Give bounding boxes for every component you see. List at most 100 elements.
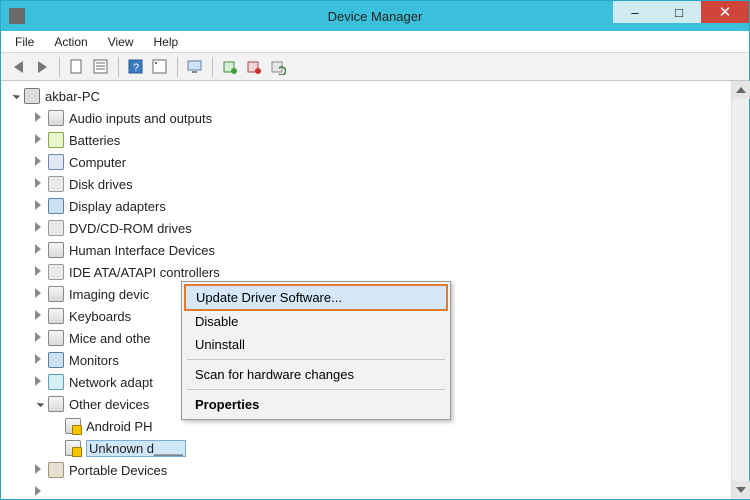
category-icon	[48, 264, 64, 280]
context-menu-item[interactable]: Update Driver Software...	[184, 284, 448, 311]
properties-icon	[152, 59, 168, 75]
category-icon	[48, 374, 64, 390]
back-button[interactable]	[7, 56, 29, 78]
tree-category-label: Portable Devices	[69, 463, 167, 478]
expander-icon[interactable]	[33, 222, 45, 234]
tree-category-label: Mice and othe	[69, 331, 151, 346]
category-icon	[48, 462, 64, 478]
show-hidden-button[interactable]	[66, 56, 88, 78]
category-icon	[48, 110, 64, 126]
expander-icon[interactable]	[33, 244, 45, 256]
context-menu: Update Driver Software...DisableUninstal…	[181, 281, 451, 420]
tree-category[interactable]: Portable Devices	[3, 459, 731, 481]
expander-icon[interactable]	[33, 332, 45, 344]
enable-button[interactable]	[219, 56, 241, 78]
menu-action[interactable]: Action	[44, 35, 97, 49]
category-icon	[48, 330, 64, 346]
expander-icon[interactable]	[33, 398, 45, 410]
tree-root[interactable]: akbar-PC	[3, 85, 731, 107]
tree-category[interactable]: Audio inputs and outputs	[3, 107, 731, 129]
tree-category-label: DVD/CD-ROM drives	[69, 221, 192, 236]
tree-category-label: Monitors	[69, 353, 119, 368]
expander-icon[interactable]	[33, 134, 45, 146]
expander-icon[interactable]	[33, 354, 45, 366]
category-icon	[48, 176, 64, 192]
device-green-icon	[222, 59, 238, 75]
properties-button[interactable]	[149, 56, 171, 78]
scroll-up-button[interactable]	[732, 81, 750, 99]
minimize-button[interactable]: –	[613, 1, 657, 23]
page-icon	[69, 59, 85, 75]
tree-category[interactable]: DVD/CD-ROM drives	[3, 217, 731, 239]
expander-icon[interactable]	[33, 288, 45, 300]
toolbar: ?	[1, 53, 749, 81]
monitor-icon	[187, 59, 203, 75]
device-warning-icon	[65, 418, 81, 434]
context-menu-separator	[187, 389, 445, 390]
category-icon	[48, 220, 64, 236]
tree-root-label: akbar-PC	[45, 89, 100, 104]
expander-icon[interactable]	[33, 376, 45, 388]
disable-button[interactable]	[243, 56, 265, 78]
menu-file[interactable]: File	[5, 35, 44, 49]
tree-category[interactable]: Batteries	[3, 129, 731, 151]
expander-icon[interactable]	[33, 112, 45, 124]
tree-category[interactable]: Display adapters	[3, 195, 731, 217]
category-icon	[48, 352, 64, 368]
arrow-right-icon	[38, 61, 47, 73]
context-menu-separator	[187, 359, 445, 360]
forward-button[interactable]	[31, 56, 53, 78]
update-driver-button[interactable]	[184, 56, 206, 78]
context-menu-item[interactable]: Disable	[185, 310, 447, 333]
close-button[interactable]: ✕	[701, 1, 749, 23]
tree-category[interactable]: Human Interface Devices	[3, 239, 731, 261]
tree-category-truncated[interactable]	[3, 481, 731, 499]
tree-category-label: Audio inputs and outputs	[69, 111, 212, 126]
scroll-down-button[interactable]	[732, 481, 750, 499]
arrow-left-icon	[14, 61, 23, 73]
expander-icon[interactable]	[33, 464, 45, 476]
title-bar[interactable]: Device Manager – □ ✕	[1, 1, 749, 31]
expander-icon[interactable]	[33, 200, 45, 212]
computer-root-icon	[24, 88, 40, 104]
tree-device-label: Unknown d____	[86, 440, 186, 457]
context-menu-item[interactable]: Properties	[185, 393, 447, 416]
tree-category-label: Batteries	[69, 133, 120, 148]
category-icon	[48, 154, 64, 170]
expander-icon[interactable]	[33, 486, 45, 498]
category-icon	[48, 242, 64, 258]
list-icon	[93, 59, 109, 75]
context-menu-item[interactable]: Scan for hardware changes	[185, 363, 447, 386]
toolbar-separator	[177, 57, 178, 77]
tree-category[interactable]: Disk drives	[3, 173, 731, 195]
tree-category[interactable]: Computer	[3, 151, 731, 173]
expander-icon[interactable]	[9, 90, 21, 102]
menu-view[interactable]: View	[98, 35, 144, 49]
expander-icon[interactable]	[33, 156, 45, 168]
tree-category-label: Imaging devic	[69, 287, 149, 302]
content-area: akbar-PC Audio inputs and outputs Batteri…	[1, 81, 749, 499]
uninstall-button[interactable]	[267, 56, 289, 78]
vertical-scrollbar[interactable]	[731, 81, 749, 499]
scan-button[interactable]	[90, 56, 112, 78]
category-icon	[48, 132, 64, 148]
help-button[interactable]: ?	[125, 56, 147, 78]
category-icon	[48, 286, 64, 302]
tree-category-label: Keyboards	[69, 309, 131, 324]
category-icon	[48, 198, 64, 214]
tree-device-label: Android PH	[86, 419, 152, 434]
expander-icon[interactable]	[33, 266, 45, 278]
menu-bar: File Action View Help	[1, 31, 749, 53]
menu-help[interactable]: Help	[144, 35, 189, 49]
device-warning-icon	[65, 440, 81, 456]
tree-device-item[interactable]: Unknown d____	[3, 437, 731, 459]
toolbar-separator	[118, 57, 119, 77]
maximize-button[interactable]: □	[657, 1, 701, 23]
tree-category[interactable]: IDE ATA/ATAPI controllers	[3, 261, 731, 283]
tree-category-label: Other devices	[69, 397, 149, 412]
tree-category-label: Network adapt	[69, 375, 153, 390]
svg-text:?: ?	[133, 62, 139, 74]
expander-icon[interactable]	[33, 310, 45, 322]
expander-icon[interactable]	[33, 178, 45, 190]
context-menu-item[interactable]: Uninstall	[185, 333, 447, 356]
